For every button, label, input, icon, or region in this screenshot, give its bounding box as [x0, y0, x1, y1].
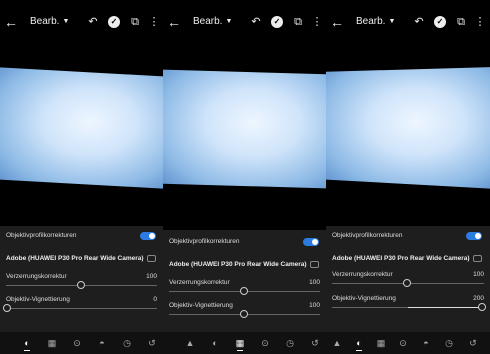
distortion-slider-handle[interactable] [403, 279, 411, 287]
profile-name[interactable]: Adobe (HUAWEI P30 Pro Rear Wide Camera) [332, 255, 470, 262]
photo-preview[interactable] [163, 67, 326, 191]
slider-label: Verzerrungskorrektur [169, 279, 230, 286]
slider-value: 100 [473, 271, 484, 278]
edit-mode-dropdown[interactable]: Bearb. ▼ [356, 16, 395, 27]
optics-icon[interactable]: ◐ [210, 338, 220, 348]
chevron-down-icon: ▼ [225, 18, 233, 25]
optics-icon[interactable]: ◓ [97, 338, 107, 348]
edit-mode-dropdown[interactable]: Bearb. ▼ [30, 16, 69, 27]
profile-corrections-toggle[interactable] [303, 238, 319, 246]
undo-icon[interactable]: ↶ [413, 16, 425, 28]
distortion-slider-handle[interactable] [240, 287, 248, 295]
profile-corrections-toggle[interactable] [466, 232, 482, 240]
more-vertical-icon[interactable]: ⋮ [311, 16, 323, 28]
profile-name[interactable]: Adobe (HUAWEI P30 Pro Rear Wide Camera) [6, 255, 144, 262]
undo-icon[interactable]: ↶ [87, 16, 99, 28]
history-icon[interactable]: ◷ [444, 338, 454, 348]
top-bar: ← Bearb. ▼ ↶ ✓ ⧉ ⋮ [326, 0, 490, 46]
vignetting-slider-fill [408, 307, 484, 308]
camera-icon[interactable] [310, 261, 319, 268]
back-arrow-icon[interactable]: ← [167, 14, 181, 30]
slider-value: 100 [146, 273, 157, 280]
section-label: Objektivprofilkorrekturen [332, 232, 403, 239]
slider-value: 100 [309, 279, 320, 286]
edit-mode-label: Bearb. [193, 16, 223, 27]
back-arrow-icon[interactable]: ← [4, 14, 18, 30]
profile-name[interactable]: Adobe (HUAWEI P30 Pro Rear Wide Camera) [169, 261, 307, 268]
camera-icon[interactable] [147, 255, 156, 262]
vignetting-slider-handle[interactable] [240, 310, 248, 318]
share-icon[interactable]: ⧉ [292, 16, 304, 28]
back-arrow-icon[interactable]: ← [330, 14, 344, 30]
edit-mode-label: Bearb. [30, 16, 60, 27]
top-bar: ← Bearb. ▼ ↶ ✓ ⧉ ⋮ [163, 0, 326, 46]
share-icon[interactable]: ⧉ [129, 16, 141, 28]
reset-icon[interactable]: ↺ [310, 338, 320, 348]
more-vertical-icon[interactable]: ⋮ [148, 16, 160, 28]
edit-mode-dropdown[interactable]: Bearb. ▼ [193, 16, 232, 27]
top-bar: ← Bearb. ▼ ↶ ✓ ⧉ ⋮ [0, 0, 163, 46]
geometry-icon[interactable]: ▦ [376, 338, 386, 348]
section-label: Objektivprofilkorrekturen [6, 232, 77, 239]
chevron-down-icon: ▼ [62, 18, 70, 25]
slider-value: 200 [473, 295, 484, 302]
slider-value: 0 [153, 296, 157, 303]
detail-icon[interactable]: ⊙ [398, 338, 408, 348]
distortion-slider-handle[interactable] [77, 281, 85, 289]
chevron-down-icon: ▼ [388, 18, 396, 25]
check-circle-icon[interactable]: ✓ [434, 16, 446, 28]
reset-icon[interactable]: ↺ [468, 338, 478, 348]
lens-correction-icon[interactable]: ◐ [354, 338, 364, 351]
vignetting-slider-track[interactable] [6, 308, 157, 309]
editor-panel-3: ← Bearb. ▼ ↶ ✓ ⧉ ⋮ Objektivprofilkorrektu… [326, 0, 490, 354]
editor-panel-2: ← Bearb. ▼ ↶ ✓ ⧉ ⋮ Objektivprofilkorrektu… [163, 0, 326, 354]
slider-label: Objektiv-Vignettierung [6, 296, 70, 303]
slider-value: 100 [309, 302, 320, 309]
slider-label: Verzerrungskorrektur [6, 273, 67, 280]
section-label: Objektivprofilkorrekturen [169, 238, 240, 245]
detail-icon[interactable]: ⊙ [260, 338, 270, 348]
undo-icon[interactable]: ↶ [250, 16, 262, 28]
lens-correction-icon[interactable]: ◐ [22, 338, 32, 351]
slider-label: Verzerrungskorrektur [332, 271, 393, 278]
editor-panel-1: ← Bearb. ▼ ↶ ✓ ⧉ ⋮ Objektivprofilkorrektu… [0, 0, 163, 354]
profile-corrections-toggle[interactable] [140, 232, 156, 240]
photo-preview[interactable] [0, 67, 163, 189]
camera-icon[interactable] [473, 255, 482, 262]
vignetting-slider-handle[interactable] [3, 304, 11, 312]
share-icon[interactable]: ⧉ [455, 16, 467, 28]
geometry-icon[interactable]: ⊙ [72, 338, 82, 348]
tool-tab-bar: ▲ ◐ ▦ ⊙ ◓ ◷ ↺ [326, 332, 490, 354]
vignetting-slider-handle[interactable] [478, 303, 486, 311]
optics-icon[interactable]: ◓ [421, 338, 431, 348]
tool-tab-bar: ◐ ▦ ⊙ ◓ ◷ ↺ [0, 332, 163, 354]
tool-tab-bar: ▲ ◐ ▦ ⊙ ◷ ↺ [163, 332, 326, 354]
history-icon[interactable]: ◷ [122, 338, 132, 348]
effects-icon[interactable]: ▦ [47, 338, 57, 348]
check-circle-icon[interactable]: ✓ [108, 16, 120, 28]
slider-label: Objektiv-Vignettierung [169, 302, 233, 309]
photo-preview[interactable] [326, 67, 490, 189]
history-icon[interactable]: ◷ [285, 338, 295, 348]
photo-image [0, 67, 163, 189]
slider-label: Objektiv-Vignettierung [332, 295, 396, 302]
edit-mode-label: Bearb. [356, 16, 386, 27]
effects-icon[interactable]: ▲ [332, 338, 342, 348]
effects-icon[interactable]: ▲ [185, 338, 195, 348]
reset-icon[interactable]: ↺ [147, 338, 157, 348]
photo-image [326, 67, 490, 189]
photo-image [163, 69, 326, 189]
check-circle-icon[interactable]: ✓ [271, 16, 283, 28]
lens-correction-icon[interactable]: ▦ [235, 338, 245, 351]
more-vertical-icon[interactable]: ⋮ [474, 16, 486, 28]
